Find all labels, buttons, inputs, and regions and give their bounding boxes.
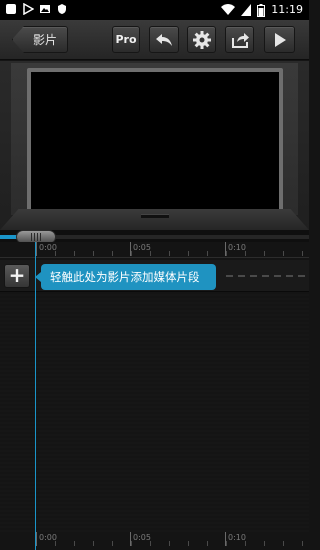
ruler-label: 0:05 (133, 243, 151, 252)
ruler-label: 0:00 (39, 533, 57, 542)
play-icon (274, 32, 286, 47)
ruler-baseline (0, 257, 309, 258)
time-ruler-top: 0:00 0:05 0:10 (0, 242, 309, 258)
app-root: 11:19 影片 Pro 0:00 0:05 0:10 + 轻触此处为影片添加媒… (0, 0, 309, 550)
signal-icon (241, 4, 252, 16)
undo-icon (156, 33, 172, 46)
time-ruler-bottom: 0:00 0:05 0:10 (0, 532, 309, 548)
image-icon (40, 5, 50, 13)
back-button[interactable]: 影片 (12, 26, 68, 53)
ruler-label: 0:10 (228, 533, 246, 542)
playback-scrubber[interactable] (0, 230, 309, 244)
ruler-label: 0:10 (228, 243, 246, 252)
ruler-major-tick (225, 242, 226, 256)
ruler-label: 0:00 (39, 243, 57, 252)
play-store-icon (23, 3, 34, 15)
ruler-major-tick (225, 532, 226, 546)
preview-monitor (27, 68, 283, 213)
playhead[interactable] (35, 242, 36, 550)
ruler-major-tick (130, 532, 131, 546)
share-icon (231, 32, 249, 48)
pro-button[interactable]: Pro (112, 26, 140, 53)
empty-track-dashes (226, 275, 309, 277)
ruler-label: 0:05 (133, 533, 151, 542)
toolbar: 影片 Pro (0, 20, 309, 60)
gear-icon (192, 30, 211, 49)
ruler-major-tick (36, 242, 37, 256)
status-left-icons (5, 3, 68, 15)
status-bar: 11:19 (0, 0, 309, 20)
pro-button-label: Pro (115, 33, 137, 46)
stage-desk (0, 209, 309, 230)
timeline: 0:00 0:05 0:10 + 轻触此处为影片添加媒体片段 0:00 0:05… (0, 242, 309, 550)
scrubber-track (36, 235, 309, 239)
settings-button[interactable] (187, 26, 216, 53)
app-notification-icon (6, 4, 16, 14)
ruler-minor-ticks (36, 541, 309, 546)
undo-button[interactable] (149, 26, 179, 53)
media-track[interactable]: + 轻触此处为影片添加媒体片段 (0, 260, 309, 292)
add-media-button[interactable]: + (4, 264, 30, 288)
back-button-label: 影片 (32, 33, 57, 47)
play-button[interactable] (264, 26, 295, 53)
ruler-major-tick (130, 242, 131, 256)
battery-icon (257, 3, 266, 17)
ruler-minor-ticks (36, 251, 309, 256)
share-button[interactable] (225, 26, 254, 53)
add-media-hint[interactable]: 轻触此处为影片添加媒体片段 (35, 264, 216, 290)
status-right-icons: 11:19 (221, 2, 303, 18)
wifi-icon (221, 4, 236, 15)
shield-icon (58, 4, 66, 14)
preview-stage (0, 61, 309, 230)
preview-screen[interactable] (31, 72, 279, 209)
clock: 11:19 (271, 3, 303, 16)
timeline-track-area[interactable] (0, 293, 309, 532)
monitor-stand (141, 214, 169, 218)
ruler-major-tick (36, 532, 37, 546)
